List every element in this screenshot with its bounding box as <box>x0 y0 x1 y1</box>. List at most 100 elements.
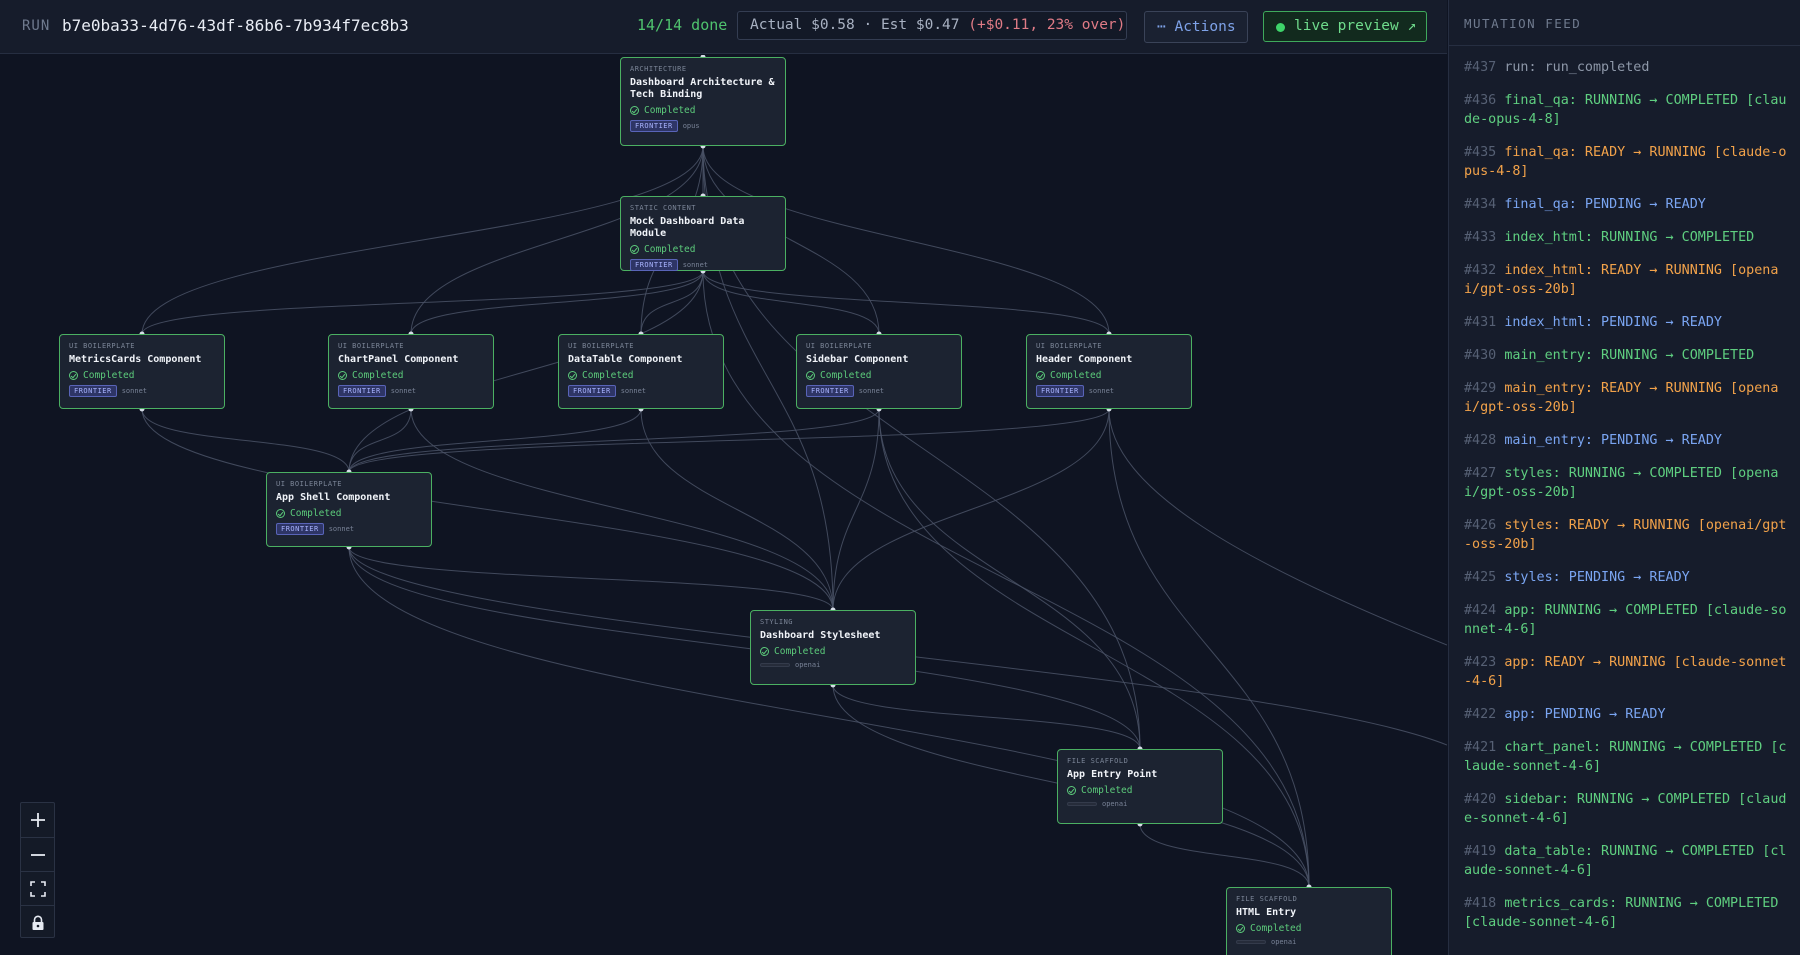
feed-item-text: sidebar: RUNNING → COMPLETED [claude-son… <box>1464 792 1787 826</box>
tier-badge <box>1236 940 1266 944</box>
node-category: UI BOILERPLATE <box>568 342 635 350</box>
node-category: UI BOILERPLATE <box>338 342 405 350</box>
node-main-entry[interactable]: FILE SCAFFOLD App Entry Point Completed … <box>1057 749 1223 824</box>
feed-item: #429 main_entry: READY → RUNNING [openai… <box>1464 379 1789 417</box>
check-circle-icon <box>760 647 769 656</box>
edge-app_shell-to-main_entry <box>348 546 1141 750</box>
zoom-in-button[interactable] <box>21 803 54 836</box>
feed-item-number: #437 <box>1464 60 1505 75</box>
feed-item-text: index_html: PENDING → READY <box>1504 315 1722 330</box>
feed-item: #427 styles: RUNNING → COMPLETED [openai… <box>1464 464 1789 502</box>
feed-item-number: #422 <box>1464 707 1505 722</box>
node-title: Dashboard Architecture & Tech Binding <box>630 77 775 100</box>
feed-item: #432 index_html: READY → RUNNING [openai… <box>1464 261 1789 299</box>
check-circle-icon <box>806 371 815 380</box>
node-title: App Shell Component <box>276 492 391 503</box>
progress-status: 14/14 done <box>637 16 728 34</box>
cost-actual-estimate: Actual $0.58 · Est $0.47 <box>750 17 960 33</box>
edge-architecture-to-metrics_cards <box>141 145 704 335</box>
live-dot-icon <box>1276 23 1285 32</box>
node-status: Completed <box>630 105 785 116</box>
live-preview-button[interactable]: live preview ↗ <box>1263 11 1427 42</box>
model-label: sonnet <box>328 525 355 533</box>
node-styles[interactable]: STYLING Dashboard Stylesheet Completed o… <box>750 610 916 685</box>
feed-list: #437 run: run_completed #436 final_qa: RU… <box>1464 58 1789 946</box>
check-circle-icon <box>1067 786 1076 795</box>
zoom-controls <box>20 802 55 938</box>
node-title: Dashboard Stylesheet <box>760 630 881 641</box>
node-category: UI BOILERPLATE <box>1036 342 1103 350</box>
feed-item-number: #426 <box>1464 518 1505 533</box>
node-metrics-cards[interactable]: UI BOILERPLATE MetricsCards Component Co… <box>59 334 225 409</box>
edge-mock_data-to-metrics_cards <box>141 270 704 335</box>
zoom-out-button[interactable] <box>21 837 54 871</box>
live-preview-label: live preview ↗ <box>1294 18 1417 34</box>
node-title: Mock Dashboard Data Module <box>630 216 745 239</box>
model-label: openai <box>795 661 821 669</box>
node-title: App Entry Point <box>1067 769 1158 780</box>
edge-data_table-to-styles <box>640 408 834 611</box>
node-app-shell[interactable]: UI BOILERPLATE App Shell Component Compl… <box>266 472 432 547</box>
edge-sidebar-to-main_entry <box>878 408 1141 750</box>
node-chart-panel[interactable]: UI BOILERPLATE ChartPanel Component Comp… <box>328 334 494 409</box>
feed-item: #426 styles: READY → RUNNING [openai/gpt… <box>1464 516 1789 554</box>
feed-item-text: metrics_cards: RUNNING → COMPLETED [clau… <box>1464 896 1779 930</box>
feed-item-text: styles: READY → RUNNING [openai/gpt-oss-… <box>1464 518 1787 552</box>
fit-view-button[interactable] <box>21 871 54 905</box>
check-circle-icon <box>1036 371 1045 380</box>
feed-item: #435 final_qa: READY → RUNNING [claude-o… <box>1464 143 1789 181</box>
run-label: RUN <box>22 18 51 34</box>
actions-button[interactable]: ⋯ Actions <box>1144 11 1248 43</box>
node-index-html[interactable]: FILE SCAFFOLD HTML Entry Completed opena… <box>1226 887 1392 955</box>
tier-badge: FRONTIER <box>568 385 616 397</box>
feed-item: #436 final_qa: RUNNING → COMPLETED [clau… <box>1464 91 1789 129</box>
feed-item: #425 styles: PENDING → READY <box>1464 568 1789 587</box>
run-id: b7e0ba33-4d76-43df-86b6-7b934f7ec8b3 <box>62 16 409 35</box>
feed-item-number: #436 <box>1464 93 1505 108</box>
feed-item: #431 index_html: PENDING → READY <box>1464 313 1789 332</box>
edge-main_entry-to-index_html <box>1139 823 1310 888</box>
node-category: STATIC CONTENT <box>630 204 697 212</box>
feed-item: #423 app: READY → RUNNING [claude-sonnet… <box>1464 653 1789 691</box>
graph-canvas[interactable] <box>0 55 1447 955</box>
feed-item-number: #434 <box>1464 197 1505 212</box>
feed-item-number: #418 <box>1464 896 1505 911</box>
mutation-feed-panel[interactable]: MUTATION FEED #437 run: run_completed #43… <box>1448 0 1800 955</box>
feed-item: #428 main_entry: PENDING → READY <box>1464 431 1789 450</box>
tier-badge: FRONTIER <box>276 523 324 535</box>
feed-item-text: chart_panel: RUNNING → COMPLETED [claude… <box>1464 740 1787 774</box>
edge-header-to-styles <box>832 408 1110 611</box>
feed-item-number: #419 <box>1464 844 1505 859</box>
fit-view-icon <box>29 880 46 897</box>
plus-icon <box>30 812 45 827</box>
node-data-table[interactable]: UI BOILERPLATE DataTable Component Compl… <box>558 334 724 409</box>
feed-item-text: final_qa: RUNNING → COMPLETED [claude-op… <box>1464 93 1787 127</box>
feed-item-text: final_qa: PENDING → READY <box>1504 197 1706 212</box>
feed-item: #422 app: PENDING → READY <box>1464 705 1789 724</box>
node-title: DataTable Component <box>568 354 683 365</box>
node-architecture[interactable]: ARCHITECTURE Dashboard Architecture & Te… <box>620 57 786 146</box>
check-circle-icon <box>338 371 347 380</box>
feed-item-text: index_html: READY → RUNNING [openai/gpt-… <box>1464 263 1779 297</box>
node-header[interactable]: UI BOILERPLATE Header Component Complete… <box>1026 334 1192 409</box>
node-status: Completed <box>69 370 224 381</box>
node-sidebar[interactable]: UI BOILERPLATE Sidebar Component Complet… <box>796 334 962 409</box>
check-circle-icon <box>1236 924 1245 933</box>
model-label: sonnet <box>390 387 417 395</box>
node-status: Completed <box>630 244 785 255</box>
node-category: FILE SCAFFOLD <box>1067 757 1129 765</box>
edge-sidebar-to-app_shell <box>348 408 880 473</box>
tier-badge: FRONTIER <box>338 385 386 397</box>
edge-metrics_cards-to-app_shell <box>141 408 350 473</box>
feed-item-text: app: PENDING → READY <box>1504 707 1666 722</box>
lock-button[interactable] <box>21 905 54 939</box>
edge-header-to-offscreen <box>1108 408 1447 646</box>
model-label: sonnet <box>620 387 647 395</box>
node-category: UI BOILERPLATE <box>806 342 873 350</box>
feed-item: #421 chart_panel: RUNNING → COMPLETED [c… <box>1464 738 1789 776</box>
node-mock-data[interactable]: STATIC CONTENT Mock Dashboard Data Modul… <box>620 196 786 271</box>
node-title: HTML Entry <box>1236 907 1297 918</box>
feed-item-text: styles: PENDING → READY <box>1504 570 1690 585</box>
feed-item-number: #435 <box>1464 145 1505 160</box>
feed-title: MUTATION FEED <box>1464 16 1582 31</box>
